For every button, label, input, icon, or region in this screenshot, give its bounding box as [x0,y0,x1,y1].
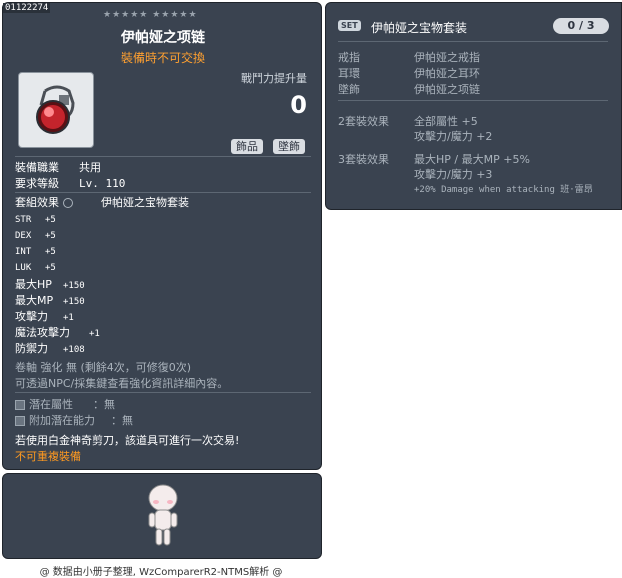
item-title: 伊帕娅之项链 [121,30,205,46]
stat-row: 最大MP +150 [15,292,85,308]
footer-credit: @ 数据由小册子整理, WzComparerR2-NTMS解析 @ [39,567,283,578]
stat-value: +1 [89,329,100,339]
set-bonus-3-label: 3套裝效果 [338,153,389,166]
no-duplicate-note: 不可重複裝備 [15,450,81,463]
scroll-enhance-line: 卷軸 強化 無 (剩餘4次，可修復0次) [15,361,192,374]
set-piece-slot: 墜飾 [338,83,360,96]
stat-value: +150 [63,297,85,307]
set-badge-icon: SET [338,20,361,31]
stat-value: +5 [45,215,56,225]
stat-label: 魔法攻擊力 [15,326,70,339]
item-icon-frame [18,72,94,148]
required-level-label: 要求等級 [15,177,59,190]
stat-value: +108 [63,345,85,355]
potential-row: 潛在屬性 ：無 [15,396,115,412]
stat-value: +5 [45,263,56,273]
combat-power-label: 戰鬥力提升量 [241,72,307,85]
required-level-row: 要求等級 Lv. 110 [15,175,125,191]
required-level-value: Lv. 110 [79,177,126,190]
set-title: 伊帕娅之宝物套装 [371,21,468,35]
set-bonus-3-line: 最大HP / 最大MP +5% [414,153,530,166]
item-tooltip-panel: 01122274 ★★★★★ ★★★★★ 伊帕娅之项链 裝備時不可交換 戰鬥力提… [2,2,322,470]
stat-row: DEX +5 [15,228,79,241]
character-preview-icon [148,484,178,546]
bonus-potential-icon [15,416,25,426]
scissors-trade-note: 若使用白金神奇剪刀，該道具可進行一次交易! [15,434,240,447]
set-bonus-2-line: 全部屬性 +5 [414,115,478,128]
stat-row: 最大HP +150 [15,276,85,292]
combat-power-value: 0 [290,91,307,119]
set-piece-name: 伊帕娅之项链 [414,83,480,96]
divider [338,100,608,101]
info-icon[interactable] [62,198,73,208]
set-effect-name: 伊帕娅之宝物套装 [101,196,189,209]
required-job-label: 裝備職業 [15,161,59,174]
required-job-row: 裝備職業 共用 [15,159,101,175]
set-effect-row: 套組效果 伊帕娅之宝物套装 [15,194,189,210]
divider [15,392,311,393]
stat-row: 攻擊力 +1 [15,308,79,324]
set-info-panel: SET 伊帕娅之宝物套装 0 / 3 戒指 伊帕娅之戒指 耳環 伊帕娅之耳环 墜… [325,2,622,210]
bonus-potential-value: 無 [122,414,133,427]
divider [15,192,311,193]
set-bonus-3-line: +20% Damage when attacking 班·雷昂 [414,185,593,195]
stat-value: +1 [63,313,74,323]
character-preview-panel [2,473,322,559]
stat-value: +5 [45,231,56,241]
stat-row: LUK +5 [15,260,79,273]
set-bonus-3-line: 攻擊力/魔力 +3 [414,168,493,181]
required-job-value: 共用 [79,161,101,174]
stat-row: 防禦力 +108 [15,340,85,356]
necklace-icon [36,85,75,134]
set-bonus-2-label: 2套裝效果 [338,115,389,128]
category-tag-accessory: 飾品 [231,139,263,154]
trade-restriction-note: 裝備時不可交換 [120,51,205,65]
potential-label: 潛在屬性 [29,398,73,411]
item-id: 01122274 [3,3,51,13]
potential-value: 無 [104,398,115,411]
bonus-potential-label: 附加潛在能力 [29,414,95,427]
stat-row: STR +5 [15,212,79,225]
star-force-stars: ★★★★★ ★★★★★ [103,10,198,20]
set-piece-slot: 耳環 [338,67,360,80]
divider [338,41,608,42]
set-piece-name: 伊帕娅之耳环 [414,67,480,80]
stat-value: +5 [45,247,56,257]
category-tag-pendant: 墜飾 [273,139,305,154]
set-effect-label: 套組效果 [15,196,59,209]
stat-value: +150 [63,281,85,291]
enhance-info-note: 可透過NPC/採集鍵查看強化資訊詳細內容。 [15,377,229,390]
set-piece-name: 伊帕娅之戒指 [414,51,480,64]
potential-icon [15,400,25,410]
stat-row: INT +5 [15,244,79,257]
set-piece-count: 0 / 3 [553,18,609,34]
set-bonus-2-line: 攻擊力/魔力 +2 [414,130,493,143]
bonus-potential-row: 附加潛在能力 ：無 [15,412,133,428]
stat-row: 魔法攻擊力 +1 [15,324,100,340]
divider [15,156,311,157]
set-piece-slot: 戒指 [338,51,360,64]
